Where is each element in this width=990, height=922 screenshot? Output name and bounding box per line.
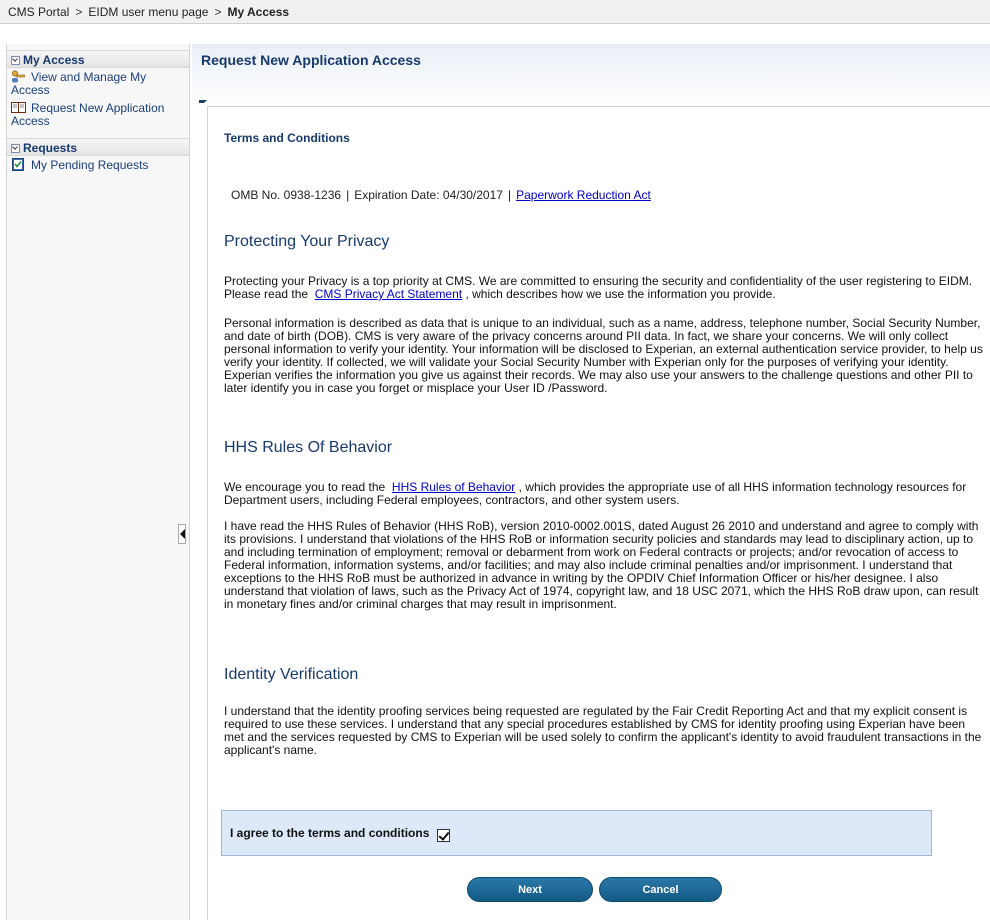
- cms-privacy-act-link[interactable]: CMS Privacy Act Statement: [315, 287, 462, 301]
- book-icon: [11, 101, 26, 114]
- next-button[interactable]: Next: [467, 877, 593, 902]
- breadcrumb-cms-portal[interactable]: CMS Portal: [8, 5, 69, 19]
- sidebar-section-requests[interactable]: Requests: [7, 138, 189, 156]
- breadcrumb: CMS Portal > EIDM user menu page > My Access: [0, 0, 990, 24]
- sidebar-item-request-new-access[interactable]: Request New Application Access: [7, 99, 189, 130]
- breadcrumb-current: My Access: [227, 5, 290, 19]
- hhs-paragraph-1: We encourage you to read the HHS Rules o…: [224, 481, 984, 507]
- omb-line: OMB No. 0938-1236 | Expiration Date: 04/30…: [231, 188, 651, 202]
- hhs-text: We encourage you to read the: [224, 480, 386, 494]
- chevron-down-icon: [11, 143, 20, 153]
- hhs-paragraph-2: I have read the HHS Rules of Behavior (H…: [224, 519, 979, 611]
- sidebar-section-title: My Access: [23, 53, 85, 67]
- omb-expiration: Expiration Date: 04/30/2017: [354, 188, 503, 202]
- page-title: Request New Application Access: [201, 52, 421, 68]
- hhs-rules-of-behavior-link[interactable]: HHS Rules of Behavior: [392, 480, 515, 494]
- sidebar-item-pending-requests[interactable]: My Pending Requests: [7, 156, 189, 174]
- collapse-sidebar-handle[interactable]: [178, 524, 186, 544]
- sidebar-section-title: Requests: [23, 141, 78, 155]
- privacy-text: , which describes how we use the informa…: [465, 287, 776, 301]
- paperwork-reduction-act-link[interactable]: Paperwork Reduction Act: [516, 188, 651, 202]
- sidebar-section-my-access[interactable]: My Access: [7, 50, 189, 68]
- omb-number: OMB No. 0938-1236: [231, 188, 342, 202]
- checklist-icon: [11, 158, 26, 171]
- privacy-heading: Protecting Your Privacy: [224, 233, 390, 250]
- sidebar-item-label: Request New Application Access: [11, 101, 165, 128]
- breadcrumb-separator: >: [75, 5, 83, 19]
- key-user-icon: [11, 70, 26, 83]
- content-panel: [207, 106, 990, 920]
- breadcrumb-separator: >: [214, 5, 222, 19]
- sidebar: My Access View and Manage My Access Requ…: [6, 44, 190, 920]
- chevron-down-icon: [11, 55, 20, 65]
- hhs-heading: HHS Rules Of Behavior: [224, 439, 393, 456]
- sidebar-item-label: View and Manage My Access: [11, 70, 147, 97]
- sidebar-item-view-manage-access[interactable]: View and Manage My Access: [7, 68, 189, 99]
- panel-corner-marker: [199, 100, 207, 108]
- agreement-box: I agree to the terms and conditions: [221, 810, 932, 856]
- privacy-paragraph-2: Personal information is described as dat…: [224, 316, 983, 395]
- terms-title: Terms and Conditions: [224, 131, 350, 145]
- identity-paragraph: I understand that the identity proofing …: [224, 704, 982, 757]
- cancel-button[interactable]: Cancel: [599, 877, 722, 902]
- agree-checkbox[interactable]: [437, 828, 451, 842]
- agree-label: I agree to the terms and conditions: [230, 826, 430, 840]
- sidebar-item-label: My Pending Requests: [31, 158, 149, 172]
- identity-heading: Identity Verification: [224, 666, 359, 683]
- privacy-paragraph-1: Protecting your Privacy is a top priorit…: [224, 275, 984, 301]
- breadcrumb-eidm-menu[interactable]: EIDM user menu page: [88, 5, 208, 19]
